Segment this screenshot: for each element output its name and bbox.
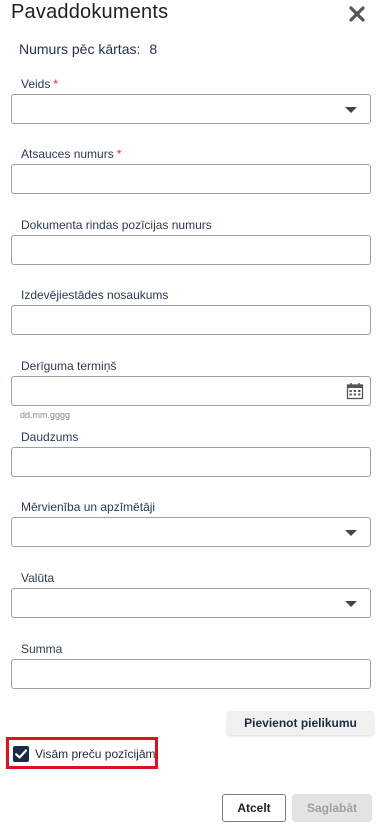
all-items-checkbox[interactable] — [13, 746, 29, 762]
required-mark: * — [116, 147, 122, 161]
currency-select-input[interactable] — [12, 589, 370, 617]
reference-number-label: Atsauces numurs * — [21, 147, 122, 161]
type-label: Veids * — [21, 77, 59, 91]
required-mark: * — [53, 77, 59, 91]
sequence-number: Numurs pēc kārtas: 8 — [19, 41, 157, 57]
date-format-hint: dd.mm.gggg — [20, 410, 71, 420]
validity-date-label: Derīguma termiņš — [21, 359, 117, 373]
unit-select-input[interactable] — [12, 518, 370, 546]
amount-input[interactable] — [12, 660, 370, 688]
calendar-icon[interactable] — [346, 382, 364, 400]
type-select-input[interactable] — [12, 95, 370, 123]
all-items-checkbox-group[interactable]: Visām preču pozīcijām — [6, 737, 158, 769]
cancel-button[interactable]: Atcelt — [222, 794, 286, 822]
quantity-label: Daudzums — [21, 430, 79, 444]
issuer-name-field[interactable] — [11, 305, 371, 335]
line-position-number-label: Dokumenta rindas pozīcijas numurs — [21, 218, 212, 232]
sequence-number-value: 8 — [149, 41, 158, 57]
add-attachment-button[interactable]: Pievienot pielikumu — [227, 711, 374, 735]
validity-date-field[interactable] — [11, 376, 371, 406]
line-position-number-input[interactable] — [12, 236, 370, 264]
checkmark-icon — [15, 749, 27, 759]
unit-select[interactable] — [11, 517, 371, 547]
line-position-number-field[interactable] — [11, 235, 371, 265]
chevron-down-icon[interactable] — [345, 107, 357, 113]
all-items-checkbox-label[interactable]: Visām preču pozīcijām — [35, 747, 156, 761]
quantity-field[interactable] — [11, 447, 371, 477]
issuer-name-label: Izdevējiestādes nosaukums — [21, 288, 169, 302]
type-select[interactable] — [11, 94, 371, 124]
unit-label: Mērvienība un apzīmētāji — [21, 500, 156, 514]
quantity-input[interactable] — [12, 448, 370, 476]
amount-field[interactable] — [11, 659, 371, 689]
chevron-down-icon[interactable] — [345, 530, 357, 536]
reference-number-input[interactable] — [12, 165, 370, 193]
reference-number-field[interactable] — [11, 164, 371, 194]
sequence-number-label: Numurs pēc kārtas: — [19, 41, 141, 57]
currency-select[interactable] — [11, 588, 371, 618]
close-icon[interactable] — [348, 5, 366, 23]
dialog-title: Pavaddokuments — [11, 1, 169, 23]
issuer-name-input[interactable] — [12, 306, 370, 334]
save-button[interactable]: Saglabāt — [292, 794, 372, 822]
amount-label: Summa — [21, 642, 63, 656]
currency-label: Valūta — [21, 571, 55, 585]
validity-date-input[interactable] — [12, 377, 370, 405]
chevron-down-icon[interactable] — [345, 601, 357, 607]
